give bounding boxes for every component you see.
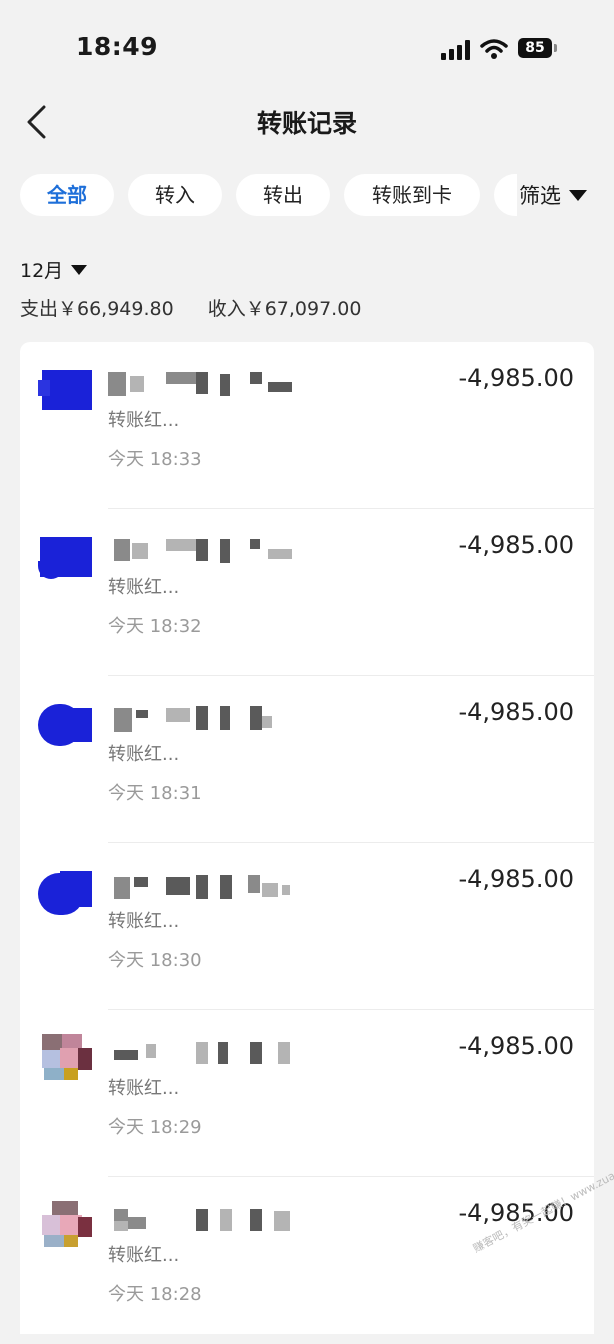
avatar — [38, 1034, 94, 1082]
month-label: 12月 — [20, 260, 64, 282]
avatar — [38, 533, 94, 581]
contact-name-pixelated — [108, 869, 308, 899]
income-total: 收入￥67,097.00 — [207, 298, 362, 320]
contact-name-pixelated — [108, 535, 308, 565]
list-item[interactable]: 转账红... 今天 18:30 -4,985.00 — [20, 843, 594, 1010]
transfer-time: 今天 18:29 — [108, 1117, 202, 1138]
battery-level: 85 — [518, 38, 552, 58]
transfer-time: 今天 18:31 — [108, 783, 202, 804]
transfer-time: 今天 18:33 — [108, 449, 202, 470]
status-time: 18:49 — [76, 32, 159, 61]
caret-down-icon — [569, 190, 587, 201]
wifi-icon — [480, 39, 508, 59]
battery-icon: 85 — [518, 38, 558, 60]
tab-outgoing[interactable]: 转出 — [236, 174, 330, 216]
transfer-memo: 转账红... — [108, 410, 180, 431]
list-item[interactable]: 转账红... 今天 18:29 -4,985.00 — [20, 1010, 594, 1177]
transfer-memo: 转账红... — [108, 1245, 180, 1266]
transfer-time: 今天 18:30 — [108, 950, 202, 971]
page-title: 转账记录 — [256, 109, 357, 138]
transfer-amount: -4,985.00 — [458, 1032, 574, 1060]
list-item[interactable]: 转账红... 今天 18:28 -4,985.00 — [20, 1177, 594, 1344]
avatar — [38, 867, 94, 915]
transfer-time: 今天 18:32 — [108, 616, 202, 637]
tab-incoming[interactable]: 转入 — [128, 174, 222, 216]
contact-name-pixelated — [108, 1203, 308, 1233]
transfer-amount: -4,985.00 — [458, 364, 574, 392]
list-item[interactable]: 转账红... 今天 18:31 -4,985.00 — [20, 676, 594, 843]
transfer-time: 今天 18:28 — [108, 1284, 202, 1305]
list-item[interactable]: 转账红... 今天 18:32 -4,985.00 — [20, 509, 594, 676]
avatar — [38, 366, 94, 414]
tab-all[interactable]: 全部 — [20, 174, 114, 216]
expense-total: 支出￥66,949.80 — [20, 298, 174, 320]
avatar — [38, 1201, 94, 1249]
transfer-memo: 转账红... — [108, 577, 180, 598]
contact-name-pixelated — [108, 1036, 308, 1066]
tab-transfer-to-card[interactable]: 转账到卡 — [344, 174, 480, 216]
transfer-memo: 转账红... — [108, 744, 180, 765]
filter-label: 筛选 — [519, 184, 561, 208]
transfer-amount: -4,985.00 — [458, 865, 574, 893]
transfer-amount: -4,985.00 — [458, 698, 574, 726]
avatar — [38, 700, 94, 748]
transfer-list: 转账红... 今天 18:33 -4,985.00 转账红... 今天 18:3… — [20, 342, 594, 1334]
transfer-memo: 转账红... — [108, 911, 180, 932]
cellular-signal-icon — [441, 40, 470, 60]
transfer-memo: 转账红... — [108, 1078, 180, 1099]
contact-name-pixelated — [108, 368, 308, 398]
filter-tabs: 全部 转入 转出 转账到卡 筛选 — [0, 174, 614, 218]
list-item[interactable]: 转账红... 今天 18:33 -4,985.00 — [20, 342, 594, 509]
status-bar: 18:49 85 — [0, 0, 614, 96]
contact-name-pixelated — [108, 702, 308, 732]
caret-down-icon — [71, 265, 88, 275]
filter-button[interactable]: 筛选 — [517, 174, 614, 218]
nav-bar: 转账记录 — [0, 96, 614, 148]
transfer-amount: -4,985.00 — [458, 531, 574, 559]
month-selector[interactable]: 12月 — [20, 256, 88, 283]
month-summary: 支出￥66,949.80 收入￥67,097.00 — [20, 294, 361, 321]
